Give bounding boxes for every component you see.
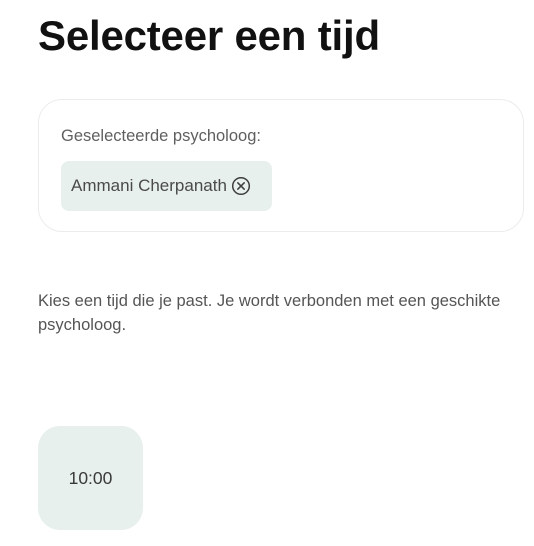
time-slot-button[interactable]: 10:00 — [38, 426, 143, 530]
page: Selecteer een tijd Geselecteerde psychol… — [0, 0, 534, 546]
psychologist-chip-label: Ammani Cherpanath — [71, 176, 227, 195]
selected-psychologist-label: Geselecteerde psycholoog: — [61, 127, 261, 145]
time-slot-label: 10:00 — [68, 467, 113, 488]
selected-psychologist-card: Geselecteerde psycholoog: Ammani Cherpan… — [38, 99, 524, 232]
helper-text: Kies een tijd die je past. Je wordt verb… — [38, 292, 501, 334]
close-circle-icon[interactable] — [231, 176, 251, 196]
psychologist-chip: Ammani Cherpanath — [61, 161, 272, 211]
page-title: Selecteer een tijd — [38, 12, 380, 59]
